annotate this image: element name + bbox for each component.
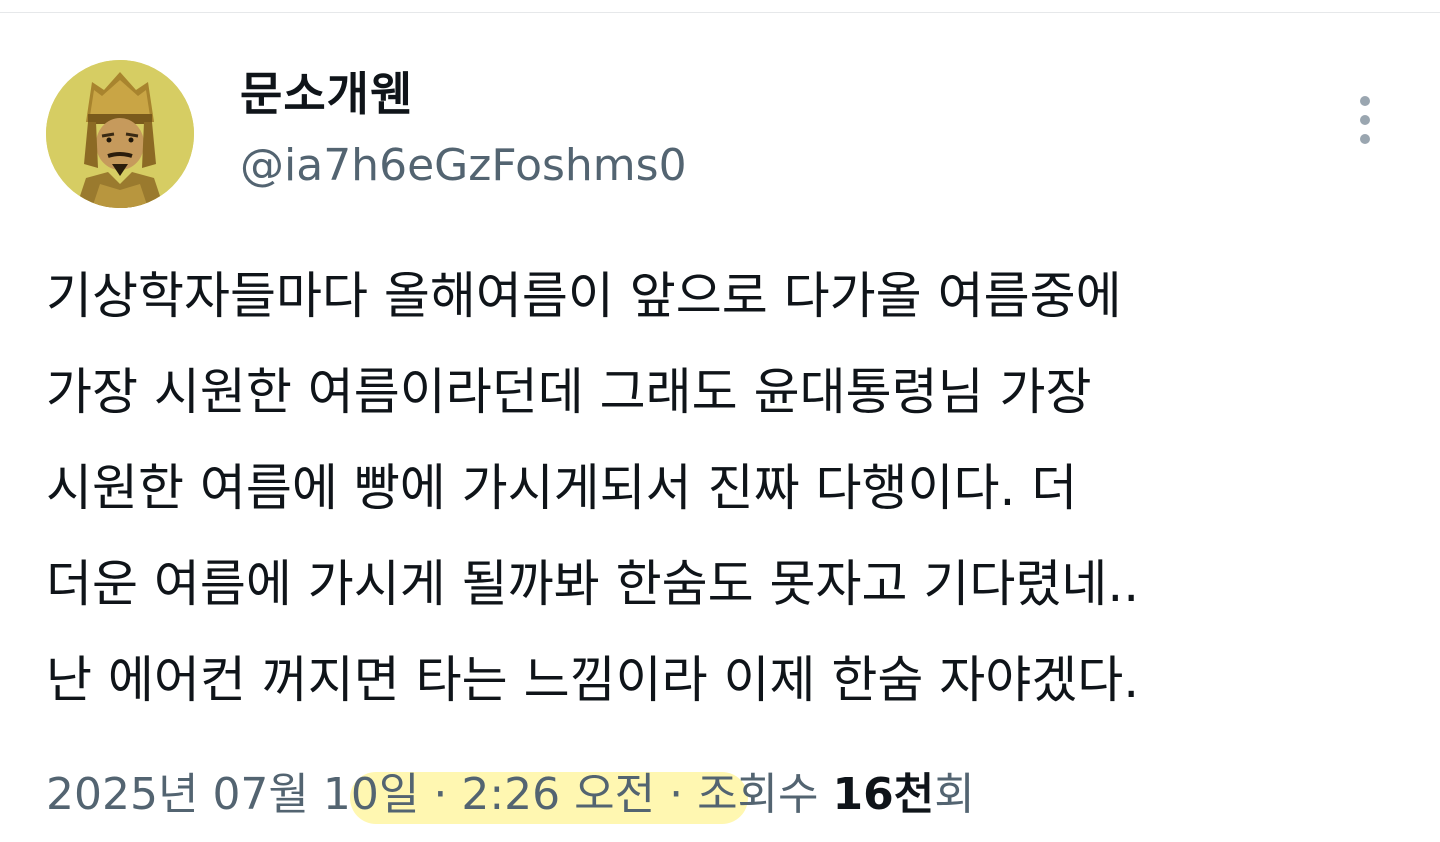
more-vertical-icon [1360,96,1370,106]
avatar-portrait [46,60,194,208]
views-count: 16천 [832,769,935,820]
tweet-date[interactable]: 2025년 07월 10일 [46,769,419,820]
user-handle[interactable]: @ia7h6eGzFoshms0 [240,136,687,196]
meta-separator: · [419,769,462,820]
display-name[interactable]: 문소개웬 [240,64,413,124]
top-divider [0,12,1440,13]
tweet-detail: 문소개웬 @ia7h6eGzFoshms0 기상학자들마다 올해여름이 앞으로 … [0,0,1440,842]
tweet-time[interactable]: 2:26 오전 [461,769,655,820]
more-vertical-icon-dot [1360,115,1370,125]
tweet-meta: 2025년 07월 10일 · 2:26 오전 · 조회수 16천회 [46,760,975,830]
more-button[interactable] [1340,88,1390,152]
tweet-text: 기상학자들마다 올해여름이 앞으로 다가올 여름중에 가장 시원한 여름이라던데… [46,267,1140,709]
views-label: 조회수 [697,769,833,820]
avatar[interactable] [46,60,194,208]
views-suffix: 회 [934,769,975,820]
more-vertical-icon-dot [1360,134,1370,144]
meta-separator: · [655,769,698,820]
